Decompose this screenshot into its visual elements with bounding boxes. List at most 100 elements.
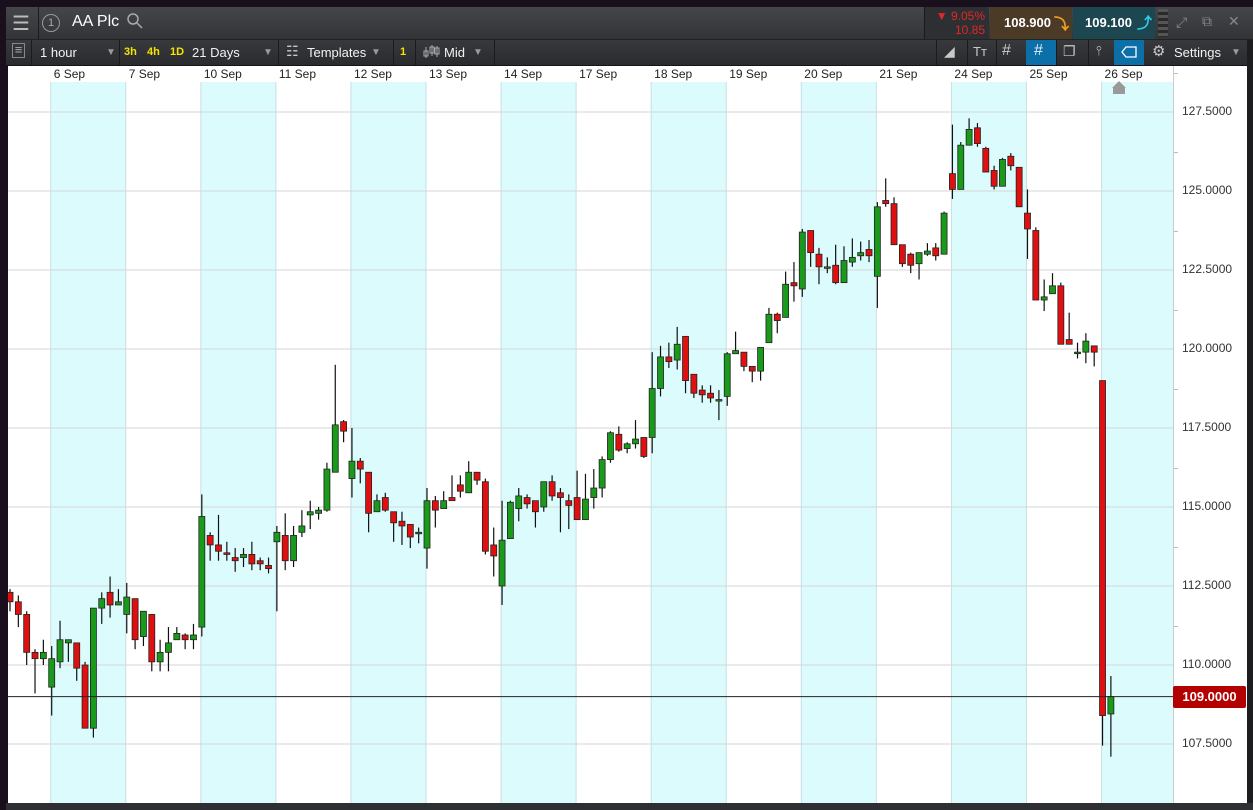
minor-tick bbox=[1174, 309, 1178, 311]
candle-up bbox=[115, 601, 122, 606]
interval-1d[interactable]: 1D bbox=[170, 46, 184, 58]
date-label: 7 Sep bbox=[128, 67, 161, 81]
grid-icon[interactable]: # bbox=[1002, 42, 1011, 60]
candle-up bbox=[632, 438, 639, 445]
current-price-label: 109.0000 bbox=[1173, 685, 1246, 708]
chevron-down-icon[interactable]: ▼ bbox=[371, 47, 381, 58]
sell-price: 108.900 bbox=[1004, 15, 1051, 30]
price-tick-label: 112.5000 bbox=[1182, 578, 1232, 592]
settings-dropdown[interactable]: Settings bbox=[1174, 45, 1221, 60]
candle-up bbox=[331, 424, 339, 473]
candle-up bbox=[373, 500, 381, 513]
price-label-toggle[interactable] bbox=[1114, 40, 1144, 65]
chevron-down-icon[interactable]: ▼ bbox=[263, 47, 273, 58]
date-label: 12 Sep bbox=[353, 67, 392, 81]
candle-down bbox=[790, 282, 798, 287]
candle-down bbox=[990, 170, 998, 187]
minor-tick bbox=[1174, 546, 1178, 548]
candle-down bbox=[890, 203, 898, 246]
candle-down bbox=[832, 264, 840, 284]
hamburger-menu-icon[interactable]: ☰ bbox=[12, 11, 30, 36]
candle-up bbox=[173, 633, 181, 641]
candle-up bbox=[782, 283, 790, 318]
candle-down bbox=[456, 484, 464, 492]
price-tick-label: 122.5000 bbox=[1182, 262, 1233, 276]
indicator-icon[interactable]: ⫯ bbox=[1096, 43, 1102, 59]
candle-down bbox=[473, 471, 481, 481]
sell-button[interactable]: 108.900 ⤵ bbox=[990, 7, 1072, 39]
candle-up bbox=[515, 495, 523, 509]
candle-down bbox=[406, 523, 414, 538]
date-label: 26 Sep bbox=[1104, 67, 1143, 81]
candle-down bbox=[748, 365, 756, 372]
candle-up bbox=[1074, 351, 1081, 355]
text-size-icon[interactable]: Tт bbox=[973, 44, 987, 59]
expand-icon[interactable]: ⤢ bbox=[1176, 14, 1187, 31]
popout-icon[interactable]: ⧉ bbox=[1202, 13, 1212, 30]
candle-up bbox=[156, 651, 164, 663]
close-icon[interactable]: ✕ bbox=[1228, 13, 1240, 30]
range-dropdown[interactable]: 21 Days bbox=[192, 45, 240, 60]
minor-tick bbox=[1174, 388, 1178, 390]
date-label: 14 Sep bbox=[504, 67, 543, 81]
candlestick-icon[interactable] bbox=[422, 44, 440, 65]
instrument-name[interactable]: AA Plc bbox=[72, 13, 119, 31]
chart-toolbar: ≡ 1 hour ▼ 3h 4h 1D 21 Days ▼ ☷ Template… bbox=[6, 40, 1253, 65]
search-icon[interactable] bbox=[126, 12, 144, 35]
candle-down bbox=[31, 651, 39, 660]
candle-up bbox=[190, 634, 197, 641]
price-type-dropdown[interactable]: Mid bbox=[444, 45, 465, 60]
draw-line-icon[interactable]: ◢ bbox=[944, 43, 955, 60]
candle-down bbox=[448, 497, 456, 502]
candle-up bbox=[840, 260, 848, 284]
candle-down bbox=[565, 500, 573, 506]
candle-down bbox=[490, 544, 498, 557]
candle-up bbox=[323, 468, 331, 511]
divider bbox=[38, 7, 39, 39]
candle-up bbox=[165, 642, 172, 653]
candle-down bbox=[690, 373, 698, 394]
day-shading bbox=[801, 82, 877, 803]
day-shading bbox=[1101, 82, 1173, 803]
candle-up bbox=[348, 460, 356, 479]
candle-down bbox=[1065, 339, 1073, 345]
chevron-down-icon[interactable]: ▼ bbox=[473, 47, 483, 58]
chart-count[interactable]: 1 bbox=[400, 46, 406, 58]
list-icon[interactable]: ≡ bbox=[12, 43, 25, 58]
templates-dropdown[interactable]: Templates bbox=[307, 45, 366, 60]
interval-4h[interactable]: 4h bbox=[147, 46, 160, 58]
drawing-tools-button[interactable]: # bbox=[1026, 40, 1056, 65]
candle-up bbox=[623, 443, 631, 449]
instrument-number-badge[interactable]: 1 bbox=[42, 14, 60, 32]
candle-up bbox=[98, 598, 106, 609]
date-label: 24 Sep bbox=[954, 67, 993, 81]
candle-down bbox=[206, 535, 214, 546]
candle-down bbox=[898, 244, 906, 265]
chevron-down-icon[interactable]: ▼ bbox=[1231, 47, 1241, 58]
price-change: ▼ 9.05% 10.85 bbox=[924, 7, 989, 39]
candle-down bbox=[181, 634, 189, 641]
scroll-to-latest-icon[interactable] bbox=[1112, 81, 1126, 88]
interval-dropdown[interactable]: 1 hour bbox=[40, 45, 77, 60]
price-tick-label: 127.5000 bbox=[1182, 104, 1233, 118]
templates-icon[interactable]: ☷ bbox=[286, 43, 299, 60]
buy-button[interactable]: 109.100 ⤴ bbox=[1073, 7, 1155, 39]
layers-icon[interactable]: ❐ bbox=[1063, 43, 1076, 60]
date-axis: 6 Sep 7 Sep 10 Sep 11 Sep 12 Sep 13 Sep 14 Sep… bbox=[8, 66, 1174, 83]
interval-3h[interactable]: 3h bbox=[124, 46, 137, 58]
gear-icon[interactable]: ⚙ bbox=[1152, 42, 1165, 60]
candlestick-chart[interactable] bbox=[8, 82, 1173, 803]
candle-down bbox=[73, 642, 81, 669]
candle-up bbox=[757, 347, 764, 372]
candle-up bbox=[415, 531, 423, 535]
chevron-down-icon[interactable]: ▼ bbox=[106, 47, 116, 58]
candle-down bbox=[131, 598, 139, 641]
minor-tick bbox=[1174, 72, 1178, 74]
candle-up bbox=[64, 639, 72, 644]
candle-up bbox=[715, 399, 723, 402]
candle-down bbox=[481, 481, 489, 552]
candle-down bbox=[982, 147, 990, 173]
date-label: 10 Sep bbox=[203, 67, 242, 81]
candle-down bbox=[615, 433, 623, 451]
candle-down bbox=[557, 492, 564, 498]
